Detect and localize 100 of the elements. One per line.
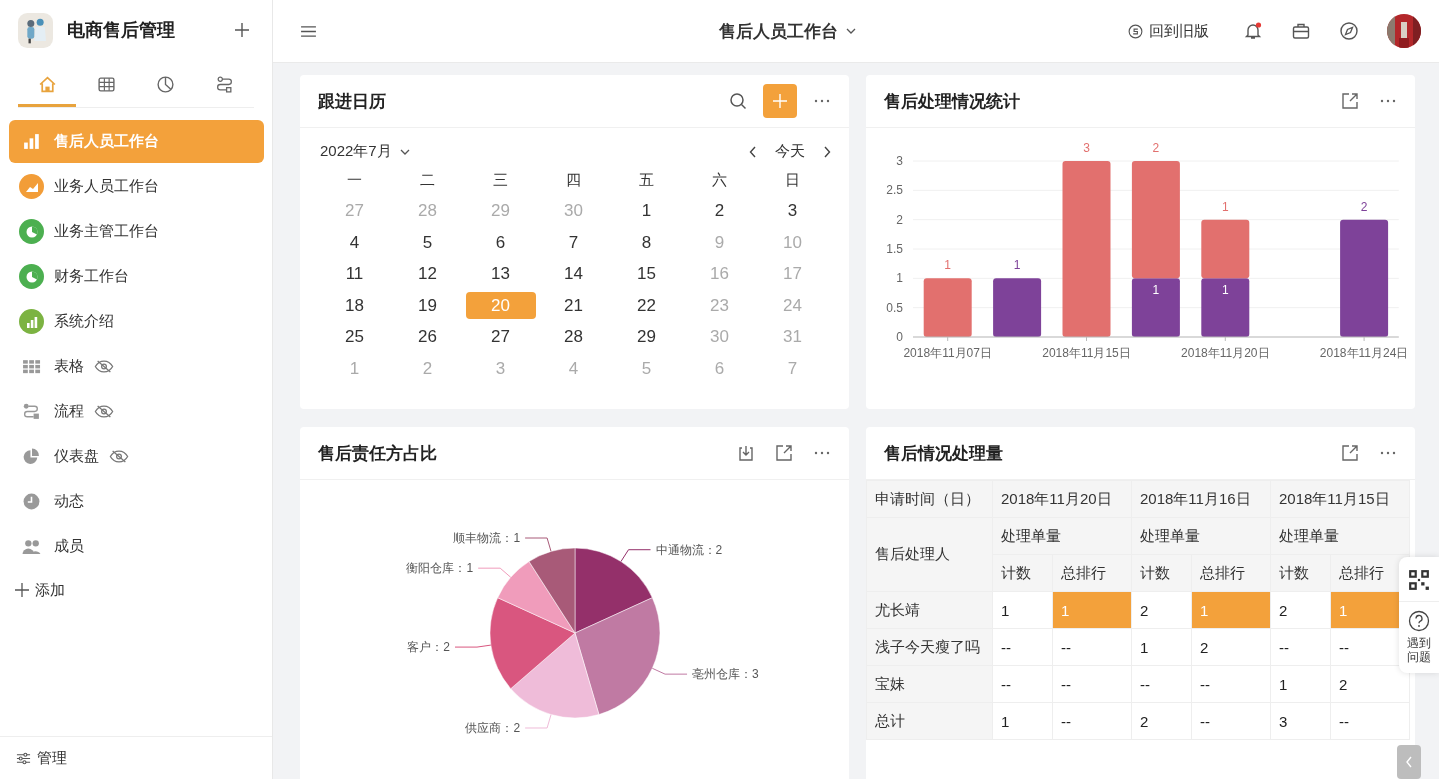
calendar-day[interactable]: 6: [465, 228, 536, 256]
calendar-day[interactable]: 26: [392, 323, 463, 351]
calendar-day[interactable]: 2: [684, 197, 755, 225]
sidebar-item[interactable]: 仪表盘: [9, 435, 264, 478]
axis-tick-label: 2.5: [886, 183, 903, 198]
plus-icon[interactable]: [234, 22, 250, 38]
table-cell: --: [1052, 702, 1132, 740]
eye-off-icon: [109, 450, 129, 463]
table-cell: 宝妹: [866, 665, 993, 703]
calendar-day[interactable]: 14: [538, 260, 609, 288]
expand-icon[interactable]: [1341, 444, 1359, 462]
expand-icon[interactable]: [775, 444, 793, 462]
data-label: 2: [1360, 199, 1368, 214]
calendar-day[interactable]: 7: [538, 228, 609, 256]
weekday-label: 一: [347, 170, 362, 190]
table-cell: 3: [1270, 702, 1331, 740]
calendar-day[interactable]: 22: [611, 291, 682, 319]
axis-tick-label: 0: [896, 330, 903, 344]
calendar-day[interactable]: 28: [538, 323, 609, 351]
sidebar-item[interactable]: 业务主管工作台: [9, 210, 264, 253]
sidebar-item[interactable]: 成员: [9, 525, 264, 568]
calendar-day[interactable]: 19: [392, 291, 463, 319]
clock-icon: [22, 492, 41, 511]
card-title: 跟进日历: [318, 90, 387, 113]
table-cell: 总计: [866, 702, 993, 740]
sidebar-item[interactable]: 表格: [9, 345, 264, 388]
add-button[interactable]: 添加: [9, 570, 77, 610]
calendar-day[interactable]: 11: [319, 260, 390, 288]
sliders-icon: [16, 750, 31, 766]
pie-chart-icon: [155, 74, 175, 94]
weekday-label: 五: [639, 170, 654, 190]
calendar-day[interactable]: 15: [611, 260, 682, 288]
sidebar-item[interactable]: 流程: [9, 390, 264, 433]
sidebar-item[interactable]: 系统介绍: [9, 300, 264, 343]
calendar-day[interactable]: 27: [465, 323, 536, 351]
help-label[interactable]: 遇到问题: [1407, 636, 1431, 665]
sidebar-item[interactable]: 动态: [9, 480, 264, 523]
compass-icon[interactable]: [1339, 21, 1359, 41]
axis-tick-label: 0.5: [886, 300, 903, 315]
pie-icon: [22, 447, 41, 466]
header-cell: 计数: [1131, 554, 1192, 592]
page-title[interactable]: 售后人员工作台: [317, 19, 1128, 43]
manage-button[interactable]: 管理: [0, 736, 272, 779]
expand-icon[interactable]: [1341, 92, 1359, 110]
table-cell: 1: [1270, 665, 1331, 703]
data-label: 3: [1083, 141, 1090, 155]
calendar-day[interactable]: 8: [611, 228, 682, 256]
table-cell: 尤长靖: [866, 591, 993, 629]
calendar-day[interactable]: 3: [757, 197, 828, 225]
help-icon[interactable]: [1408, 610, 1430, 632]
header-cell: 计数: [992, 554, 1053, 592]
leader-line: [524, 537, 552, 552]
calendar-day[interactable]: 12: [392, 260, 463, 288]
data-label: 1: [1013, 258, 1021, 273]
slice-label: 亳州仓库：3: [692, 667, 759, 682]
old-version-button[interactable]: 回到旧版: [1128, 21, 1209, 41]
next-icon[interactable]: [823, 145, 831, 158]
search-icon[interactable]: [729, 92, 747, 110]
qr-code-icon[interactable]: [1408, 569, 1430, 591]
table-cell: --: [1052, 628, 1132, 666]
calendar-day[interactable]: 1: [611, 197, 682, 225]
calendar-day[interactable]: 18: [319, 291, 390, 319]
leader-line: [620, 549, 651, 562]
header-cell: 处理单量: [1131, 517, 1271, 555]
today-button[interactable]: 今天: [775, 142, 805, 161]
previous-icon[interactable]: [749, 145, 757, 158]
header-cell: 计数: [1270, 554, 1331, 592]
table-cell: 2: [1191, 628, 1271, 666]
slice-label: 客户：2: [407, 640, 450, 655]
weekday-label: 六: [712, 170, 727, 190]
header-cell: 售后处理人: [866, 517, 993, 592]
table-cell: 1: [1131, 628, 1192, 666]
bell-icon[interactable]: [1243, 21, 1263, 41]
month-selector[interactable]: 2022年7月: [320, 142, 731, 161]
card-title: 售后责任方占比: [318, 442, 438, 465]
home-icon: [37, 74, 57, 94]
briefcase-icon[interactable]: [1291, 21, 1311, 41]
table-cell: --: [1270, 628, 1331, 666]
weekday-label: 四: [566, 170, 581, 190]
slice-label: 顺丰物流：1: [453, 531, 521, 545]
table-cell: 1: [1191, 591, 1271, 629]
calendar-day[interactable]: 5: [392, 228, 463, 256]
menu-icon[interactable]: [300, 24, 317, 38]
table-cell: 2: [1131, 591, 1192, 629]
table-cell: 1: [992, 702, 1053, 740]
axis-tick-label: 2018年11月15日: [1042, 346, 1131, 360]
leader-line: [477, 567, 512, 578]
flow-icon: [22, 402, 41, 421]
calendar-day[interactable]: 21: [538, 291, 609, 319]
calendar-day[interactable]: 25: [319, 323, 390, 351]
axis-tick-label: 2018年11月20日: [1181, 346, 1270, 360]
calendar-day[interactable]: 13: [465, 260, 536, 288]
sidebar-item[interactable]: 业务人员工作台: [9, 165, 264, 208]
sidebar-item[interactable]: 财务工作台: [9, 255, 264, 298]
download-icon[interactable]: [737, 444, 755, 462]
slice-label: 供应商：2: [465, 721, 521, 735]
calendar-day[interactable]: 29: [611, 323, 682, 351]
calendar-day[interactable]: 4: [319, 228, 390, 256]
flow-icon: [214, 74, 234, 94]
plus-icon: [15, 583, 29, 597]
